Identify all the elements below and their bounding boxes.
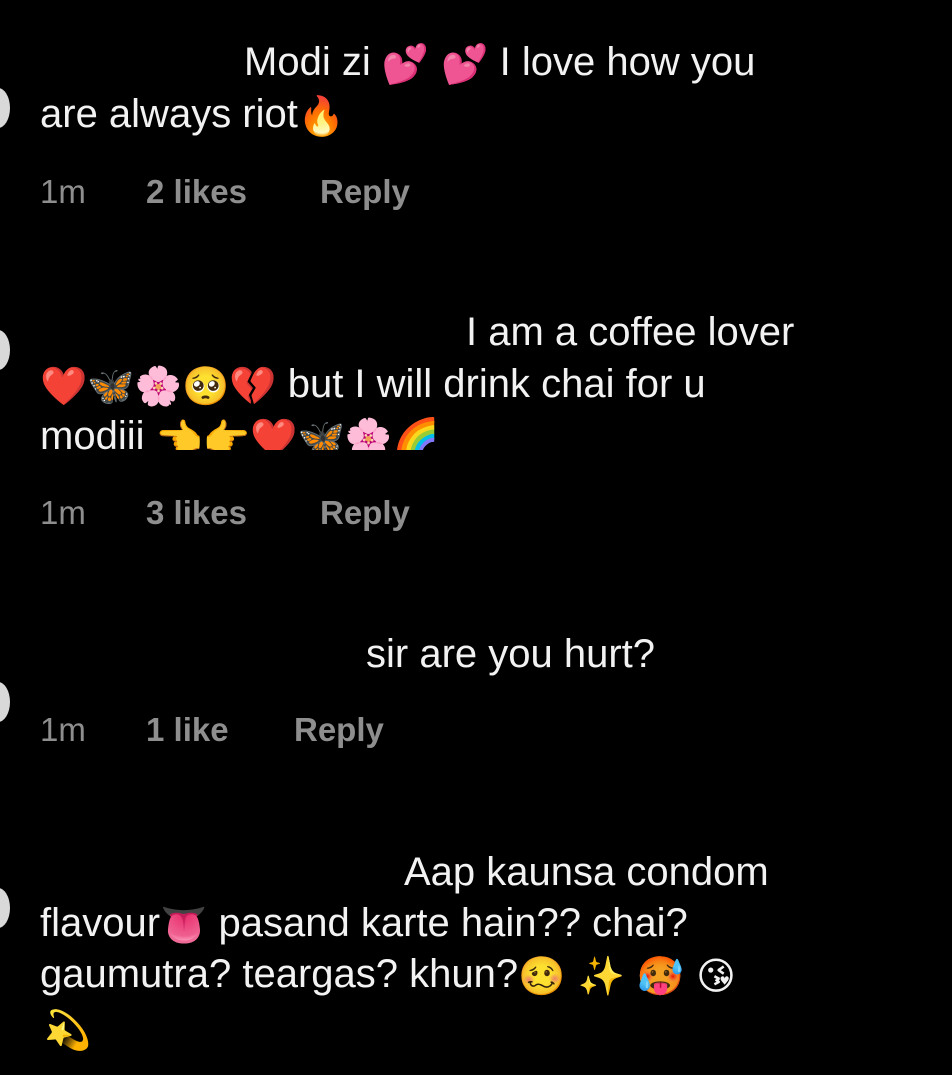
- comment-text-line: Modi zi 💕 💕 I love how you: [244, 40, 756, 86]
- dizzy-emoji: 💫: [44, 1008, 92, 1052]
- avatar[interactable]: [0, 88, 10, 128]
- avatar[interactable]: [0, 888, 10, 928]
- reply-button[interactable]: Reply: [320, 172, 410, 212]
- comment-text-line: modiii 👈👉❤️🦋🌸🌈: [40, 410, 440, 450]
- reply-button[interactable]: Reply: [320, 493, 410, 533]
- comment-time: 1m: [40, 711, 86, 748]
- emoji-sequence: ❤️🦋🌸🥺💔: [40, 364, 277, 408]
- comment-time: 1m: [40, 494, 86, 531]
- comment-likes[interactable]: 1 like: [146, 710, 229, 750]
- comment-time: 1m: [40, 173, 86, 210]
- avatar[interactable]: [0, 330, 10, 370]
- emoji-sequence: 👈👉❤️🦋🌸🌈: [155, 416, 440, 450]
- comment-text-line: ❤️🦋🌸🥺💔 but I will drink chai for u: [40, 362, 706, 408]
- comment-likes[interactable]: 2 likes: [146, 172, 247, 212]
- comment-text-line: flavour👅 pasand karte hain?? chai?: [40, 901, 688, 947]
- comment-text-line: I am a coffee lover: [466, 310, 795, 354]
- reply-button[interactable]: Reply: [294, 710, 384, 750]
- emoji-sequence: 🥴 ✨ 🥵 😘: [518, 954, 736, 998]
- comment-likes[interactable]: 3 likes: [146, 493, 247, 533]
- comment-text-line: gaumutra? teargas? khun?🥴 ✨ 🥵 😘: [40, 952, 736, 998]
- tongue-emoji: 👅: [160, 903, 208, 947]
- fire-emoji: 🔥: [297, 94, 346, 138]
- comment-text-line: sir are you hurt?: [366, 632, 656, 676]
- comment-text-line: Aap kaunsa condom: [404, 850, 769, 894]
- two-hearts-emoji: 💕 💕: [381, 42, 489, 86]
- comment-text-line: 💫: [44, 1002, 91, 1056]
- comment-text-line: are always riot🔥: [40, 92, 346, 138]
- avatar[interactable]: [0, 682, 10, 722]
